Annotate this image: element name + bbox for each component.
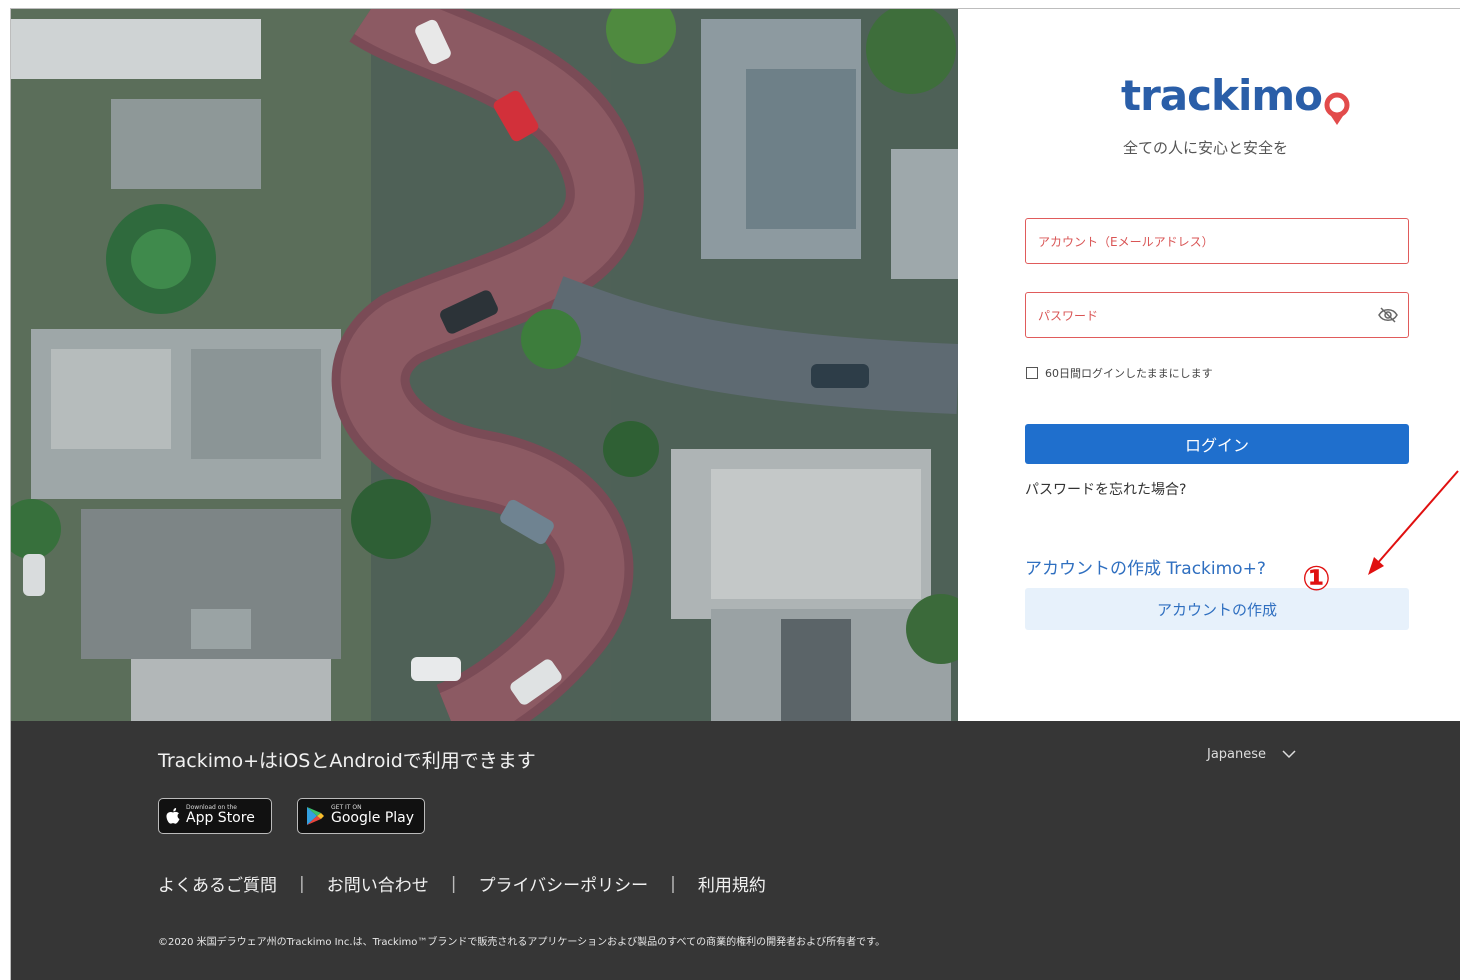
privacy-policy-link[interactable]: プライバシーポリシー	[478, 871, 648, 896]
google-play-icon	[307, 807, 324, 825]
link-separator: |	[450, 873, 457, 894]
chevron-down-icon	[1282, 750, 1296, 759]
app-store-badge[interactable]: Download on the App Store	[158, 798, 272, 834]
google-play-big: Google Play	[331, 810, 415, 827]
forgot-password-link[interactable]: パスワードを忘れた場合?	[1025, 479, 1186, 499]
login-button[interactable]: ログイン	[1025, 424, 1409, 464]
copyright-text: ©2020 米国デラウェア州のTrackimo Inc.は、Trackimo™ブ…	[158, 937, 886, 948]
language-label: Japanese	[1207, 747, 1267, 762]
link-separator: |	[670, 873, 676, 894]
contact-link[interactable]: お問い合わせ	[327, 871, 429, 896]
footer-links: よくあるご質問 | お問い合わせ | プライバシーポリシー | 利用規約	[158, 871, 766, 897]
annotation-arrow-icon	[1368, 470, 1459, 575]
annotation-marker: ①	[1302, 559, 1331, 599]
location-pin-icon	[1324, 92, 1350, 125]
logo-text: trackimo	[1121, 71, 1323, 120]
availability-text: Trackimo+はiOSとAndroidで利用できます	[158, 750, 536, 772]
hero-aerial-image	[11, 9, 958, 721]
tagline: 全ての人に安心と安全を	[1123, 139, 1289, 157]
eye-off-icon[interactable]	[1378, 306, 1398, 324]
password-input[interactable]: パスワード	[1025, 292, 1409, 338]
link-separator: |	[299, 873, 305, 894]
apple-icon	[166, 808, 180, 824]
create-account-button[interactable]: アカウントの作成	[1025, 588, 1409, 630]
trackimo-logo: trackimo	[1121, 71, 1351, 125]
footer: Trackimo+はiOSとAndroidで利用できます Japanese Do…	[11, 721, 1460, 980]
email-placeholder: アカウント（Eメールアドレス）	[1038, 234, 1214, 249]
google-play-badge[interactable]: GET IT ON Google Play	[297, 798, 425, 834]
faq-link[interactable]: よくあるご質問	[158, 871, 277, 896]
language-selector[interactable]: Japanese	[1207, 747, 1296, 762]
login-panel: trackimo 全ての人に安心と安全を アカウント（Eメールアドレス） パスワ…	[958, 9, 1460, 721]
terms-link[interactable]: 利用規約	[698, 871, 766, 896]
remember-label: 60日間ログインしたままにします	[1045, 367, 1213, 380]
password-placeholder: パスワード	[1038, 308, 1099, 323]
app-store-big: App Store	[186, 810, 255, 827]
remember-me[interactable]: 60日間ログインしたままにします	[1026, 365, 1213, 381]
remember-checkbox[interactable]	[1026, 367, 1038, 379]
create-account-prompt[interactable]: アカウントの作成 Trackimo+?	[1025, 554, 1266, 579]
email-input[interactable]: アカウント（Eメールアドレス）	[1025, 218, 1409, 264]
